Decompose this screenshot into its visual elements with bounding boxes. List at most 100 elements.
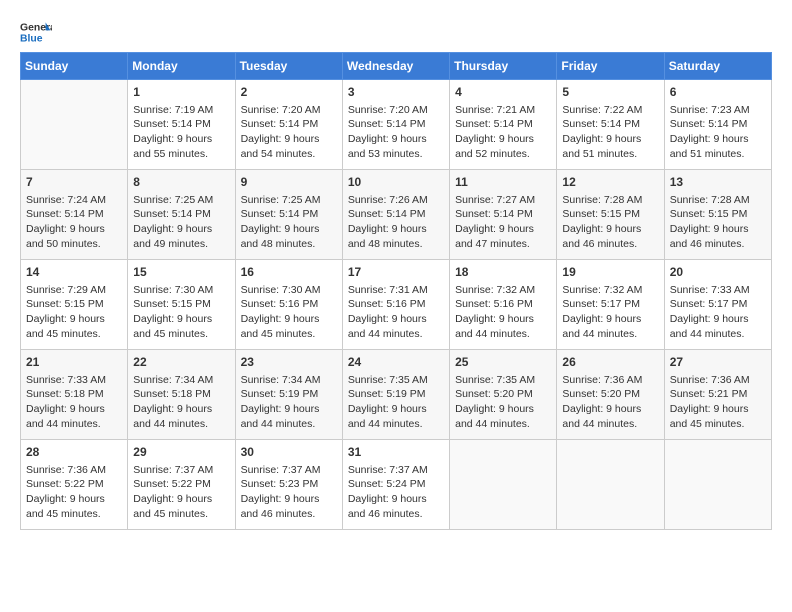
cell-data-line: Sunset: 5:14 PM [241,207,337,222]
calendar-cell: 28Sunrise: 7:36 AMSunset: 5:22 PMDayligh… [21,440,128,530]
calendar-cell: 30Sunrise: 7:37 AMSunset: 5:23 PMDayligh… [235,440,342,530]
cell-data-line: and 50 minutes. [26,237,122,252]
cell-data-line: Sunrise: 7:33 AM [670,283,766,298]
cell-data-line: Sunset: 5:14 PM [348,117,444,132]
cell-data-line: Daylight: 9 hours [133,222,229,237]
cell-data-line: Sunrise: 7:31 AM [348,283,444,298]
cell-data-line: Sunrise: 7:35 AM [455,373,551,388]
day-number: 21 [26,354,122,371]
cell-data-line: Daylight: 9 hours [26,402,122,417]
cell-data-line: Daylight: 9 hours [26,312,122,327]
cell-data-line: and 44 minutes. [348,327,444,342]
cell-data-line: Sunrise: 7:20 AM [241,103,337,118]
cell-data-line: and 44 minutes. [133,417,229,432]
cell-data-line: Daylight: 9 hours [26,492,122,507]
cell-data-line: Sunset: 5:14 PM [670,117,766,132]
cell-data-line: and 49 minutes. [133,237,229,252]
day-number: 12 [562,174,658,191]
cell-data-line: Daylight: 9 hours [562,132,658,147]
cell-data-line: Sunset: 5:23 PM [241,477,337,492]
day-number: 23 [241,354,337,371]
cell-data-line: Sunset: 5:14 PM [455,117,551,132]
cell-data-line: Sunset: 5:18 PM [26,387,122,402]
cell-data-line: and 44 minutes. [562,327,658,342]
cell-data-line: Sunrise: 7:30 AM [241,283,337,298]
cell-data-line: Daylight: 9 hours [348,402,444,417]
day-number: 24 [348,354,444,371]
cell-data-line: Sunset: 5:20 PM [562,387,658,402]
calendar-cell: 25Sunrise: 7:35 AMSunset: 5:20 PMDayligh… [450,350,557,440]
cell-data-line: Sunrise: 7:27 AM [455,193,551,208]
cell-data-line: and 45 minutes. [133,327,229,342]
day-number: 25 [455,354,551,371]
cell-data-line: Sunset: 5:14 PM [26,207,122,222]
cell-data-line: and 51 minutes. [670,147,766,162]
calendar-cell [21,80,128,170]
day-number: 28 [26,444,122,461]
cell-data-line: Sunrise: 7:37 AM [241,463,337,478]
cell-data-line: Sunrise: 7:33 AM [26,373,122,388]
day-number: 17 [348,264,444,281]
cell-data-line: and 46 minutes. [562,237,658,252]
cell-data-line: Daylight: 9 hours [133,402,229,417]
cell-data-line: and 46 minutes. [348,507,444,522]
calendar-day-header: Thursday [450,53,557,80]
calendar-cell: 9Sunrise: 7:25 AMSunset: 5:14 PMDaylight… [235,170,342,260]
cell-data-line: and 45 minutes. [26,507,122,522]
cell-data-line: and 51 minutes. [562,147,658,162]
cell-data-line: and 52 minutes. [455,147,551,162]
cell-data-line: Sunrise: 7:35 AM [348,373,444,388]
cell-data-line: and 44 minutes. [670,327,766,342]
logo-icon: General Blue [20,16,52,48]
day-number: 13 [670,174,766,191]
cell-data-line: and 54 minutes. [241,147,337,162]
cell-data-line: Sunset: 5:15 PM [26,297,122,312]
cell-data-line: Daylight: 9 hours [670,312,766,327]
cell-data-line: Sunrise: 7:28 AM [670,193,766,208]
cell-data-line: and 44 minutes. [26,417,122,432]
cell-data-line: and 44 minutes. [455,327,551,342]
cell-data-line: Sunset: 5:22 PM [133,477,229,492]
cell-data-line: Sunrise: 7:34 AM [133,373,229,388]
calendar-cell: 19Sunrise: 7:32 AMSunset: 5:17 PMDayligh… [557,260,664,350]
calendar-cell: 20Sunrise: 7:33 AMSunset: 5:17 PMDayligh… [664,260,771,350]
day-number: 1 [133,84,229,101]
calendar-day-header: Wednesday [342,53,449,80]
cell-data-line: Daylight: 9 hours [455,222,551,237]
cell-data-line: Daylight: 9 hours [670,222,766,237]
cell-data-line: Sunset: 5:19 PM [348,387,444,402]
calendar-cell: 15Sunrise: 7:30 AMSunset: 5:15 PMDayligh… [128,260,235,350]
cell-data-line: Daylight: 9 hours [348,312,444,327]
cell-data-line: Sunset: 5:19 PM [241,387,337,402]
calendar-cell [450,440,557,530]
cell-data-line: Sunset: 5:15 PM [670,207,766,222]
cell-data-line: and 44 minutes. [241,417,337,432]
cell-data-line: Daylight: 9 hours [26,222,122,237]
day-number: 10 [348,174,444,191]
day-number: 5 [562,84,658,101]
cell-data-line: and 45 minutes. [133,507,229,522]
calendar-day-header: Friday [557,53,664,80]
calendar-day-header: Saturday [664,53,771,80]
cell-data-line: Sunset: 5:17 PM [562,297,658,312]
cell-data-line: Sunset: 5:21 PM [670,387,766,402]
cell-data-line: Sunrise: 7:19 AM [133,103,229,118]
cell-data-line: and 45 minutes. [670,417,766,432]
calendar-cell [664,440,771,530]
calendar-cell: 6Sunrise: 7:23 AMSunset: 5:14 PMDaylight… [664,80,771,170]
cell-data-line: Sunrise: 7:22 AM [562,103,658,118]
calendar-day-header: Sunday [21,53,128,80]
day-number: 19 [562,264,658,281]
calendar-cell: 12Sunrise: 7:28 AMSunset: 5:15 PMDayligh… [557,170,664,260]
cell-data-line: Sunrise: 7:26 AM [348,193,444,208]
cell-data-line: Daylight: 9 hours [562,402,658,417]
day-number: 11 [455,174,551,191]
cell-data-line: Daylight: 9 hours [455,402,551,417]
day-number: 22 [133,354,229,371]
day-number: 18 [455,264,551,281]
cell-data-line: Daylight: 9 hours [562,222,658,237]
cell-data-line: and 45 minutes. [26,327,122,342]
cell-data-line: Sunrise: 7:24 AM [26,193,122,208]
cell-data-line: Sunset: 5:15 PM [133,297,229,312]
svg-text:Blue: Blue [20,34,43,45]
